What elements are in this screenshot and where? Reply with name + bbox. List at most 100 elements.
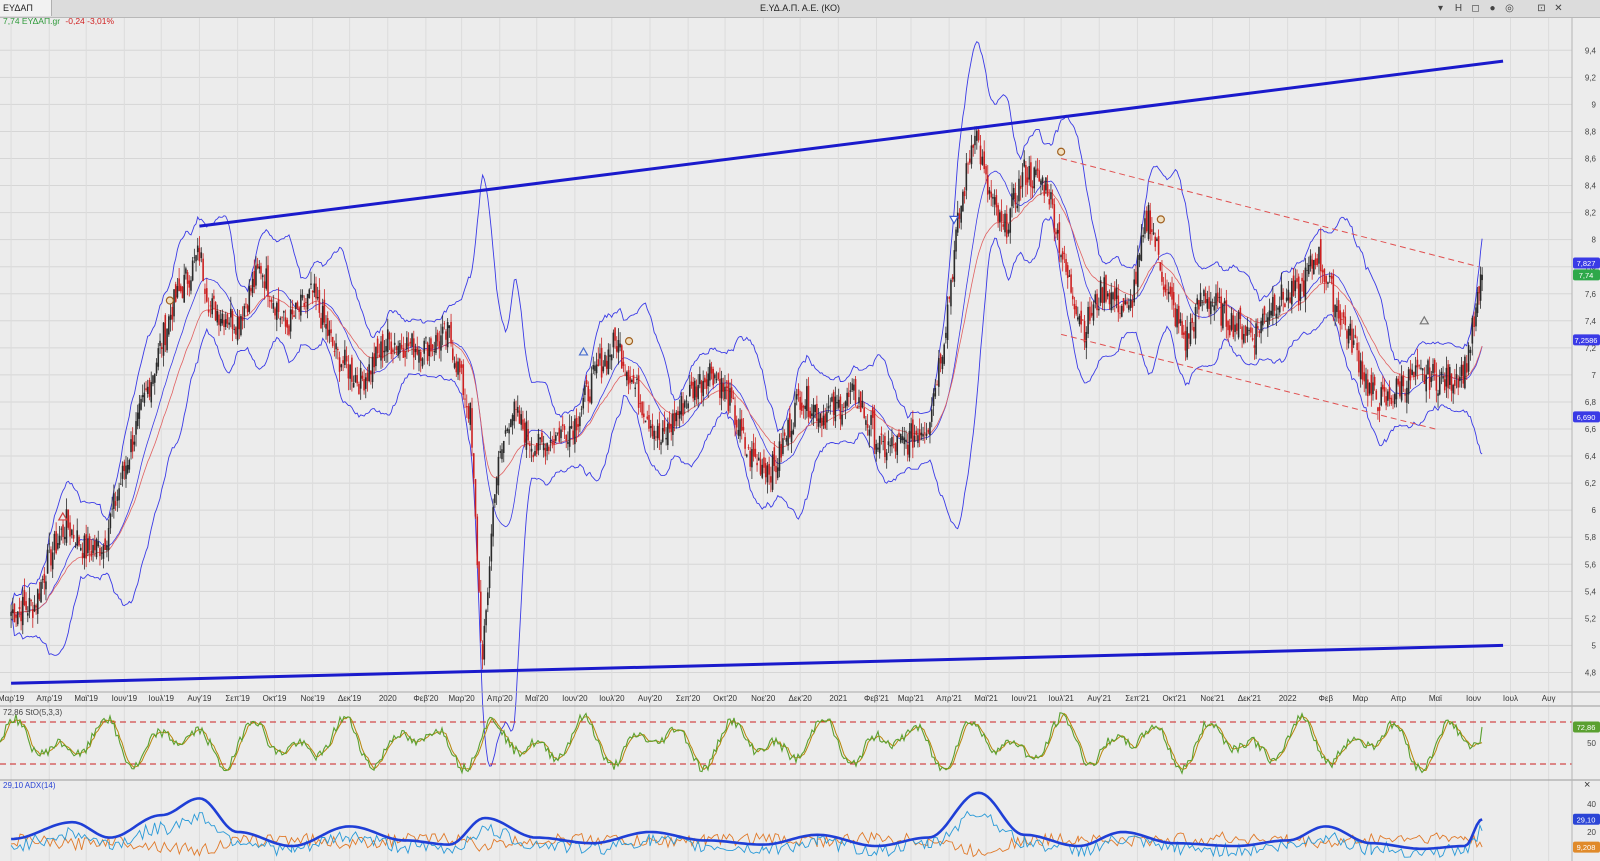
candle-body [967,163,969,165]
candle-body [1094,294,1097,304]
candle-body [325,324,327,329]
candle-body [311,290,314,293]
restore-icon[interactable]: ⊡ [1535,2,1548,15]
candle-body [256,263,259,268]
candle-body [649,426,652,429]
candle-body [651,424,654,437]
candle-body [894,443,897,452]
candle-body [118,488,120,501]
time-tick-label: Οκτ'21 [1162,694,1186,703]
time-tick-label: Μαρ'19 [0,694,25,703]
dropdown-icon[interactable]: ▾ [1434,2,1447,15]
help-icon[interactable]: H [1452,2,1465,15]
candle-body [734,405,736,425]
candle-body [190,280,192,291]
candle-body [780,444,782,458]
candle-body [426,342,429,361]
candle-body [1299,283,1302,301]
signal-circle-icon [165,296,174,305]
chart-canvas[interactable]: 50 4020 9,49,298,88,68,48,287,87,67,47,2… [0,18,1600,861]
candle-body [1046,184,1049,196]
candle-body [951,276,954,280]
candle-body [214,301,217,321]
close-icon[interactable]: × [1584,779,1590,791]
candle-body [992,196,994,199]
candle-body [1210,301,1212,315]
candle-body [1476,292,1479,314]
candle-body [1087,306,1089,334]
candle-body [1098,308,1100,311]
candle-body [397,345,399,356]
time-tick-label: Απρ'21 [936,694,962,703]
candle-body [400,344,403,349]
candle-body [323,299,326,323]
candle-body [1065,259,1067,272]
candle-body [183,274,185,303]
symbol-tab[interactable]: ΕΥΔΑΠ [0,0,52,16]
candle-body [678,411,681,419]
candle-body [421,358,424,367]
candle-body [544,447,547,457]
layout-icon[interactable]: ◻ [1469,2,1482,15]
candle-body [871,407,874,418]
candle-body [878,435,881,454]
candle-body [284,317,287,327]
link-icon[interactable]: ◎ [1503,2,1516,15]
candle-body [241,317,244,321]
candle-body [930,409,933,422]
candle-body [1085,331,1088,348]
candle-body [1115,287,1118,299]
candle-body [541,432,543,443]
candle-body [848,392,850,398]
candle-body [469,402,472,425]
candle-body [1375,390,1378,400]
candle-body [146,386,149,394]
close-icon[interactable]: ✕ [1552,2,1565,15]
candle-body [345,355,348,362]
candle-body [1280,284,1283,301]
candle-body [1005,213,1008,238]
candle-body [1099,280,1102,303]
candle-body [1055,231,1057,235]
candle-body [92,544,94,554]
candle-body [69,522,71,537]
candle-body [1309,255,1312,267]
adx-legend: 29,10 ADX(14) [3,781,56,790]
candle-body [181,286,184,299]
candle-body [941,356,944,370]
candle-body [286,319,289,328]
candle-body [948,297,951,299]
candle-body [1167,291,1170,295]
candle-body [1341,318,1343,320]
candle-body [143,392,146,403]
candle-body [1378,406,1381,411]
candle-body [1184,330,1187,351]
candle-body [326,318,329,337]
chat-icon[interactable]: ● [1486,2,1499,15]
candle-body [646,416,649,419]
price-badge-label: 7,2586 [1575,336,1598,345]
candle-body [1342,312,1345,318]
candle-body [1177,305,1180,324]
candle-body [46,549,49,574]
candle-body [289,309,292,332]
candle-body [35,605,37,608]
candle-body [402,348,405,358]
candle-body [102,545,105,559]
candle-body [707,373,709,387]
candle-body [597,359,600,367]
candle-body [927,429,929,433]
candle-body [790,430,793,443]
candle-body [1253,345,1256,348]
candle-body [318,289,321,313]
candle-body [1151,229,1153,232]
candle-body [171,306,174,320]
candle-body [1147,205,1150,239]
price-badge-label: 7,827 [1577,259,1596,268]
candle-body [238,316,241,330]
candle-body [668,423,671,429]
candle-body [31,609,34,618]
candle-body [1272,296,1274,317]
candle-body [590,373,593,404]
candle-body [291,309,294,315]
